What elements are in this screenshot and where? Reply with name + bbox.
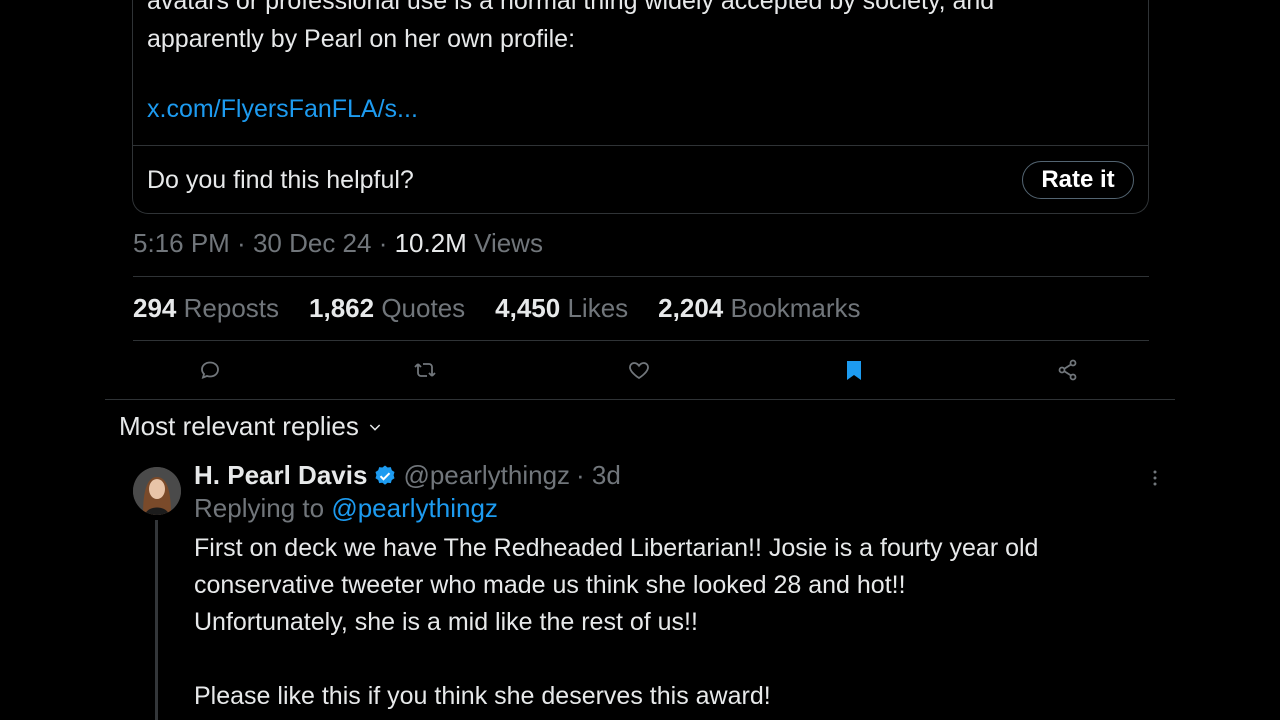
reply-line: Please like this if you think she deserv… — [194, 682, 771, 710]
stat-reposts[interactable]: 294 Reposts — [133, 293, 279, 324]
note-divider — [133, 145, 1148, 146]
bookmark-icon[interactable] — [839, 355, 869, 385]
stat-likes[interactable]: 4,450 Likes — [495, 293, 628, 324]
views-label: Views — [474, 228, 543, 258]
verified-badge-icon — [375, 465, 395, 485]
reply-line: conservative tweeter who made us think s… — [194, 571, 906, 599]
reply-age: · 3d — [576, 460, 621, 490]
note-text-line: apparently by Pearl on her own profile: — [147, 25, 576, 53]
stat-bookmarks[interactable]: 2,204 Bookmarks — [658, 293, 860, 324]
helpful-question: Do you find this helpful? — [147, 166, 414, 194]
action-bar — [0, 355, 1280, 385]
reply-body: First on deck we have The Redheaded Libe… — [194, 530, 1194, 715]
replies-sort-label: Most relevant replies — [119, 411, 359, 441]
divider — [133, 276, 1149, 277]
rate-it-button[interactable]: Rate it — [1022, 161, 1134, 199]
chevron-down-icon — [369, 423, 381, 431]
reply-icon[interactable] — [195, 355, 225, 385]
thread-line — [155, 520, 158, 720]
reply-author-name[interactable]: H. Pearl Davis — [194, 460, 367, 491]
heart-icon[interactable] — [624, 355, 654, 385]
post-time[interactable]: 5:16 PM — [133, 228, 230, 258]
avatar[interactable] — [133, 467, 181, 515]
more-options-icon[interactable] — [1145, 468, 1165, 488]
note-text-line: avatars or professional use is a normal … — [147, 0, 995, 15]
post-date[interactable]: 30 Dec 24 — [253, 228, 372, 258]
reply-line: Unfortunately, she is a mid like the res… — [194, 608, 698, 636]
reply-author-handle[interactable]: @pearlythingz — [403, 460, 570, 491]
replying-to: Replying to @pearlythingz — [194, 493, 498, 523]
reply-header: H. Pearl Davis @pearlythingz · 3d — [194, 460, 621, 491]
views-count: 10.2M — [394, 228, 467, 258]
note-text: avatars or professional use is a normal … — [147, 0, 1137, 58]
reply-line: First on deck we have The Redheaded Libe… — [194, 534, 1039, 562]
post-stats: 294 Reposts 1,862 Quotes 4,450 Likes 2,2… — [133, 293, 861, 324]
divider — [105, 399, 1175, 400]
share-icon[interactable] — [1053, 355, 1083, 385]
replying-to-link[interactable]: @pearlythingz — [331, 493, 498, 523]
stat-quotes[interactable]: 1,862 Quotes — [309, 293, 465, 324]
note-source-link[interactable]: x.com/FlyersFanFLA/s... — [147, 95, 418, 124]
post-meta: 5:16 PM · 30 Dec 24 · 10.2M Views — [133, 228, 543, 258]
reply-line-blank — [194, 641, 1194, 678]
repost-icon[interactable] — [410, 355, 440, 385]
divider — [133, 340, 1149, 341]
replies-sort-dropdown[interactable]: Most relevant replies — [119, 411, 383, 442]
